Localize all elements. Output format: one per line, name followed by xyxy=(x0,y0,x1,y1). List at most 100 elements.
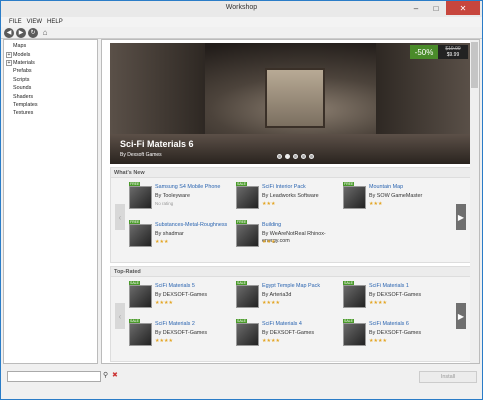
prev-arrow-icon[interactable]: ‹ xyxy=(115,303,125,329)
price-badge: FREE xyxy=(129,182,141,186)
next-arrow-icon[interactable]: ▶ xyxy=(456,303,466,329)
product-card[interactable]: FREE Samsung S4 Mobile Phone By Tooleyware… xyxy=(129,182,234,220)
close-button[interactable]: ✕ xyxy=(446,1,480,15)
product-thumbnail[interactable] xyxy=(343,186,366,209)
product-name[interactable]: SciFi Materials 1 xyxy=(369,283,449,289)
carousel-dot[interactable] xyxy=(309,154,314,159)
tree-item-label: Sounds xyxy=(13,85,32,92)
tree-item-templates[interactable]: Templates xyxy=(6,101,95,109)
product-thumbnail[interactable] xyxy=(236,224,259,247)
price-badge: SALE xyxy=(343,281,354,285)
prev-arrow-icon[interactable]: ‹ xyxy=(115,204,125,230)
menu-file[interactable]: FILE xyxy=(9,17,22,27)
product-name[interactable]: SciFi Materials 5 xyxy=(155,283,235,289)
product-name[interactable]: Samsung S4 Mobile Phone xyxy=(155,184,235,190)
product-thumbnail[interactable] xyxy=(129,285,152,308)
rating: ★★★ xyxy=(262,201,276,207)
product-card[interactable]: FREE Building By WeAreNotReal Rhinox-energ… xyxy=(236,220,341,258)
product-card[interactable]: SALE SciFi Materials 1 By DEXSOFT-Games ★★★… xyxy=(343,281,448,319)
price-badge: SALE xyxy=(236,281,247,285)
carousel-dot[interactable] xyxy=(301,154,306,159)
search-icon[interactable]: ⚲ xyxy=(103,371,108,379)
home-icon[interactable]: ⌂ xyxy=(40,28,50,38)
product-author: By Leadworks Software xyxy=(262,193,319,199)
rating: ★★★★ xyxy=(369,300,387,306)
product-author: By Arteria3d xyxy=(262,292,292,298)
price-badge: SALE xyxy=(129,319,140,323)
install-button[interactable]: Install xyxy=(419,371,477,383)
product-card[interactable]: SALE SciFi Materials 2 By DEXSOFT-Games ★★★… xyxy=(129,319,234,357)
clear-icon[interactable]: ✖ xyxy=(112,371,118,379)
bottom-bar: ⚲ ✖ Install xyxy=(3,367,480,399)
product-author: By DEXSOFT-Games xyxy=(262,330,315,336)
expand-icon[interactable]: + xyxy=(6,59,12,66)
product-name[interactable]: SciFi Materials 4 xyxy=(262,321,342,327)
product-name[interactable]: SciFi Interior Pack xyxy=(262,184,342,190)
product-card[interactable]: SALE Egypt Temple Map Pack By Arteria3d ★★★… xyxy=(236,281,341,319)
tree-item-prefabs[interactable]: Prefabs xyxy=(6,67,95,75)
product-name[interactable]: SciFi Materials 6 xyxy=(369,321,449,327)
product-thumbnail[interactable] xyxy=(343,323,366,346)
product-card[interactable]: FREE Substances-Metal-Roughness By shadmar… xyxy=(129,220,234,258)
product-name[interactable]: Building xyxy=(262,222,342,228)
product-thumbnail[interactable] xyxy=(343,285,366,308)
category-tree: Maps + Models + Materials Prefabs Scripts Sound… xyxy=(3,39,98,364)
product-name[interactable]: Mountain Map xyxy=(369,184,449,190)
scrollbar[interactable] xyxy=(470,40,479,363)
tree-item-sounds[interactable]: Sounds xyxy=(6,84,95,92)
price-box: $19.99 $9.99 xyxy=(438,45,468,59)
minimize-button[interactable]: – xyxy=(406,1,426,15)
search-input[interactable] xyxy=(7,371,101,382)
price-badge: FREE xyxy=(343,182,355,186)
product-name[interactable]: Substances-Metal-Roughness xyxy=(155,222,235,228)
menu-view[interactable]: VIEW xyxy=(27,17,42,27)
rating: ★★★ xyxy=(155,239,169,245)
product-card[interactable]: SALE SciFi Materials 4 By DEXSOFT-Games ★★★… xyxy=(236,319,341,357)
product-author: By SOW GameMaster xyxy=(369,193,423,199)
banner-author: By Dexsoft Games xyxy=(120,152,162,158)
expand-icon[interactable]: + xyxy=(6,51,12,58)
product-thumbnail[interactable] xyxy=(129,323,152,346)
product-thumbnail[interactable] xyxy=(236,285,259,308)
product-thumbnail[interactable] xyxy=(236,186,259,209)
tree-item-scripts[interactable]: Scripts xyxy=(6,76,95,84)
tree-item-materials[interactable]: + Materials xyxy=(6,59,95,67)
product-thumbnail[interactable] xyxy=(129,224,152,247)
tree-item-textures[interactable]: Textures xyxy=(6,109,95,117)
forward-icon[interactable]: ▶ xyxy=(16,27,26,38)
product-card[interactable]: SALE SciFi Interior Pack By Leadworks Soft… xyxy=(236,182,341,220)
tree-item-label: Scripts xyxy=(13,76,30,83)
rating: ★★★ xyxy=(369,201,383,207)
carousel-dot[interactable] xyxy=(293,154,298,159)
maximize-button[interactable]: □ xyxy=(426,1,446,15)
carousel-dots xyxy=(277,154,314,159)
product-name[interactable]: Egypt Temple Map Pack xyxy=(262,283,342,289)
price-badge: SALE xyxy=(343,319,354,323)
product-card[interactable]: SALE SciFi Materials 5 By DEXSOFT-Games ★★★… xyxy=(129,281,234,319)
workshop-window: Workshop – □ ✕ FILE VIEW HELP ◀ ▶ ↻ ⌂ Ma… xyxy=(0,0,483,400)
featured-banner[interactable]: -50% $19.99 $9.99 Sci-Fi Materials 6 By … xyxy=(110,43,471,164)
product-thumbnail[interactable] xyxy=(129,186,152,209)
product-name[interactable]: SciFi Materials 2 xyxy=(155,321,235,327)
price-badge: SALE xyxy=(236,319,247,323)
title-bar: Workshop – □ ✕ xyxy=(1,1,482,17)
product-card[interactable]: FREE Mountain Map By SOW GameMaster ★★★ xyxy=(343,182,448,220)
carousel-dot[interactable] xyxy=(277,154,282,159)
tree-item-models[interactable]: + Models xyxy=(6,50,95,58)
tree-item-label: Materials xyxy=(13,59,35,66)
tree-item-label: Textures xyxy=(13,110,34,117)
product-thumbnail[interactable] xyxy=(236,323,259,346)
next-arrow-icon[interactable]: ▶ xyxy=(456,204,466,230)
carousel-dot[interactable] xyxy=(285,154,290,159)
menu-help[interactable]: HELP xyxy=(47,17,63,27)
tree-item-shaders[interactable]: Shaders xyxy=(6,92,95,100)
discount-badge: -50% xyxy=(410,45,438,59)
tree-item-maps[interactable]: Maps xyxy=(6,42,95,50)
back-icon[interactable]: ◀ xyxy=(4,27,14,38)
rating: No rating xyxy=(155,201,174,206)
banner-title: Sci-Fi Materials 6 xyxy=(120,139,194,149)
refresh-icon[interactable]: ↻ xyxy=(28,27,38,38)
toolbar: ◀ ▶ ↻ ⌂ xyxy=(1,27,482,39)
product-card[interactable]: SALE SciFi Materials 6 By DEXSOFT-Games ★★★… xyxy=(343,319,448,357)
top-rated-section: Top-Rated ‹ ▶ SALE SciFi Materials 5 By DE… xyxy=(110,266,471,362)
